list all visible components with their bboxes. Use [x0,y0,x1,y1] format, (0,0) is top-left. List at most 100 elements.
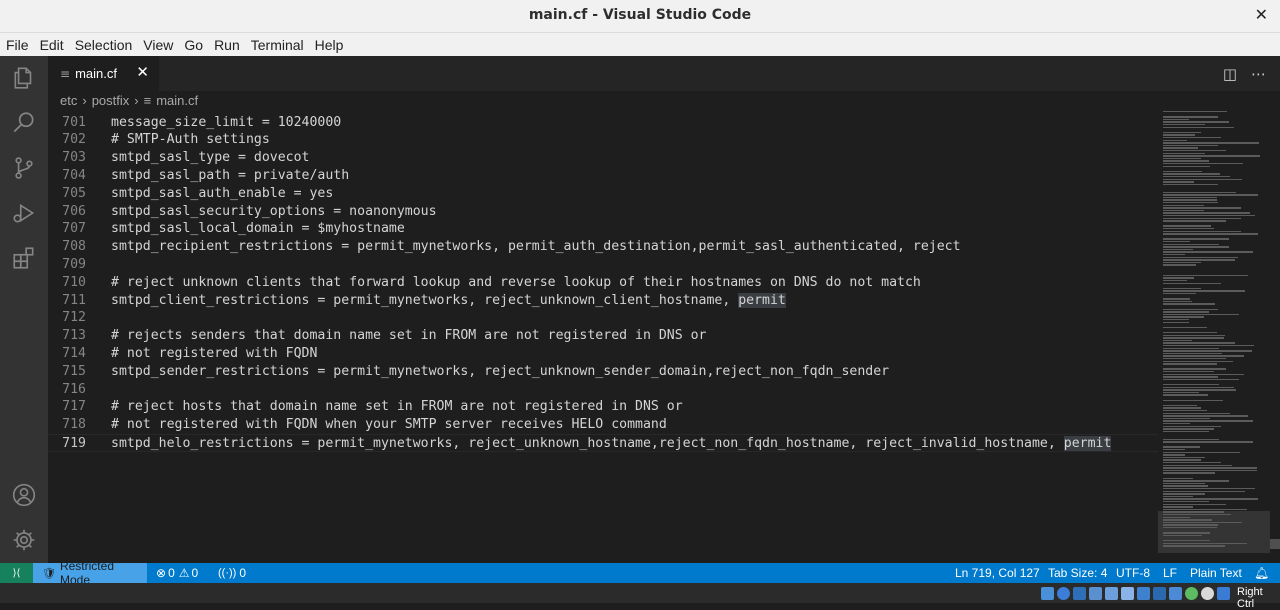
language-mode[interactable]: Plain Text [1190,563,1242,583]
explorer-icon[interactable] [0,58,48,98]
code-line[interactable]: 709 [48,256,1158,274]
code-line[interactable]: 710 # reject unknown clients that forward… [48,274,1158,292]
line-number: 711 [62,292,86,308]
restricted-mode-button[interactable]: 🛡︎ Restricted Mode [33,559,147,587]
minimap-line [1163,246,1229,248]
minimap-line [1163,438,1219,440]
code-editor[interactable]: 701 message_size_limit = 10240000 702 # SMT… [48,109,1158,563]
minimap[interactable] [1158,109,1270,563]
notifications-bell-icon[interactable]: 🔔︎ [1254,563,1269,583]
optical-drive-icon[interactable] [1057,586,1070,600]
minimap-line [1163,170,1202,173]
minimap-line [1163,230,1241,232]
code-line[interactable]: 708 smtpd_recipient_restrictions = permit… [48,238,1158,256]
source-control-icon[interactable] [0,148,48,188]
tab-main-cf[interactable]: ≡ main.cf ✕ [48,56,159,91]
minimap-line [1163,298,1190,300]
recording-icon[interactable] [1169,586,1182,600]
accounts-icon[interactable] [0,475,48,515]
screen-icon[interactable] [1153,586,1166,600]
tab-close-icon[interactable]: ✕ [136,63,149,81]
line-ending[interactable]: LF [1163,563,1177,583]
code-line[interactable]: 716 [48,381,1158,399]
menu-help[interactable]: Help [309,37,349,53]
code-line[interactable]: 712 [48,309,1158,327]
split-editor-icon[interactable]: ◫ [1223,65,1237,83]
ports-indicator[interactable]: ((·)) 0 [218,563,246,583]
menu-file[interactable]: File [0,37,34,53]
code-line[interactable]: 711 smtpd_client_restrictions = permit_my… [48,292,1158,310]
breadcrumb-separator: › [134,92,139,108]
manage-gear-icon[interactable] [0,520,48,560]
search-icon[interactable] [0,103,48,143]
scrollbar-thumb[interactable] [1270,539,1280,549]
code-line[interactable]: 717 # reject hosts that domain name set i… [48,398,1158,416]
extensions-icon[interactable] [0,238,48,278]
cursor-position[interactable]: Ln 719, Col 127 [955,563,1040,583]
menu-selection[interactable]: Selection [69,37,138,53]
code-line[interactable]: 719 smtpd_helo_restrictions = permit_myne… [48,433,1158,452]
minimap-line [1163,469,1257,472]
minimap-line [1163,521,1242,524]
minimap-line [1163,147,1198,149]
encoding[interactable]: UTF-8 [1116,563,1150,583]
code-line[interactable]: 704 smtpd_sasl_path = private/auth [48,167,1158,185]
warning-icon: ⚠ [178,566,190,580]
host-key-label: Right Ctrl [1237,586,1263,610]
remote-indicator[interactable]: ⟩⟨ [0,563,33,583]
breadcrumb-postfix[interactable]: postfix [92,93,130,108]
shared-folders-icon[interactable] [1089,586,1102,600]
code-line[interactable]: 714 # not registered with FQDN [48,345,1158,363]
usb-icon[interactable] [1073,586,1086,600]
host-key-icon[interactable] [1217,586,1230,600]
more-actions-icon[interactable]: ⋯ [1251,65,1266,83]
minimap-line [1163,199,1217,201]
code-line[interactable]: 718 # not registered with FQDN when your … [48,416,1158,434]
breadcrumb: etc › postfix › ≡ main.cf [48,91,1280,109]
code-line[interactable]: 715 smtpd_sender_restrictions = permit_my… [48,363,1158,381]
close-window-button[interactable]: ✕ [1255,5,1268,24]
minimap-line [1163,534,1202,537]
menu-go[interactable]: Go [178,37,208,53]
minimap-line [1163,261,1201,264]
code-line[interactable]: 702 # SMTP-Auth settings [48,131,1158,149]
network-icon[interactable] [1137,586,1150,600]
breadcrumb-file[interactable]: main.cf [156,93,198,108]
shield-icon: 🛡︎ [42,567,56,580]
minimap-line [1163,243,1219,245]
minimap-line [1163,386,1234,388]
pencil-icon[interactable] [1121,586,1134,600]
minimap-line [1163,131,1201,134]
display-icon[interactable] [1105,586,1118,600]
mouse-integration-icon[interactable] [1201,586,1214,600]
cpu-activity-icon[interactable] [1185,586,1198,600]
line-text: smtpd_sasl_auth_enable = yes [111,185,334,201]
minimap-line [1163,399,1223,401]
error-icon: ⊗ [156,566,167,580]
minimap-line [1163,407,1201,409]
run-debug-icon[interactable] [0,193,48,233]
minimap-line [1163,150,1226,152]
code-line[interactable]: 701 message_size_limit = 10240000 [48,114,1158,132]
minimap-line [1163,451,1240,453]
menu-edit[interactable]: Edit [34,37,69,53]
line-number: 709 [62,256,86,272]
menu-view[interactable]: View [137,37,178,53]
breadcrumb-etc[interactable]: etc [60,93,77,108]
tab-size[interactable]: Tab Size: 4 [1048,563,1107,583]
vertical-scrollbar[interactable] [1270,109,1280,563]
problems-indicator[interactable]: ⊗ 0 ⚠ 0 [156,563,198,583]
line-number: 702 [62,132,86,148]
disk-icon[interactable] [1041,586,1054,600]
code-line[interactable]: 706 smtpd_sasl_security_options = noanony… [48,203,1158,221]
minimap-line [1163,532,1210,534]
minimap-line [1163,464,1232,466]
code-line[interactable]: 705 smtpd_sasl_auth_enable = yes [48,185,1158,203]
code-line[interactable]: 707 smtpd_sasl_local_domain = $myhostname [48,220,1158,238]
menu-terminal[interactable]: Terminal [245,37,309,53]
minimap-line [1163,345,1254,347]
code-line[interactable]: 713 # rejects senders that domain name se… [48,327,1158,345]
code-line[interactable]: 703 smtpd_sasl_type = dovecot [48,149,1158,167]
menu-run[interactable]: Run [208,37,245,53]
minimap-line [1163,326,1207,329]
